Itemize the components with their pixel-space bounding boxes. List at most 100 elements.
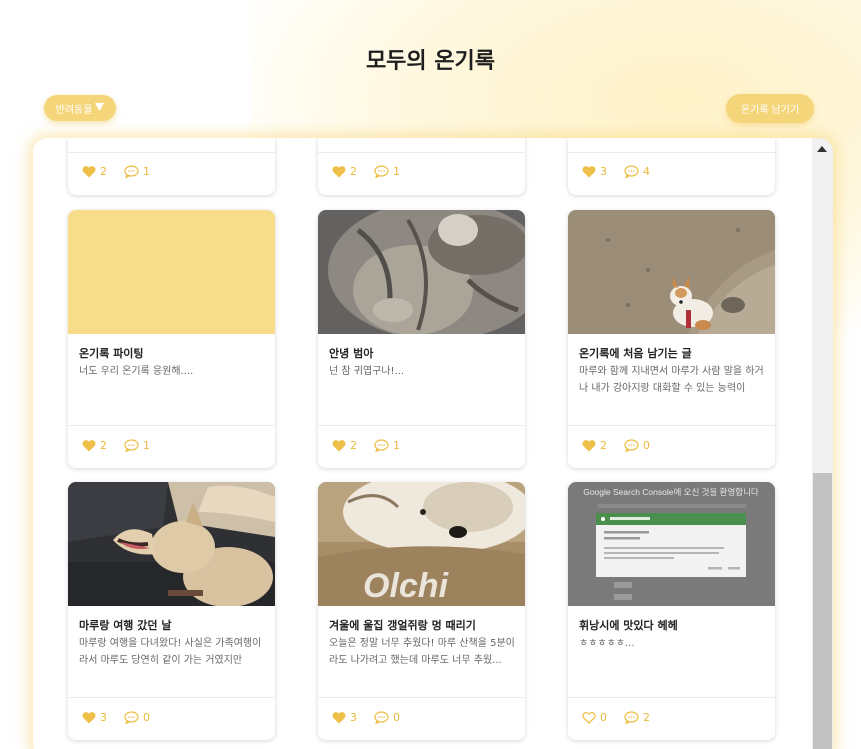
- card-title: 겨울에 울집 갱얼쥐랑 멍 때리기: [329, 619, 476, 632]
- card-stats: 2 0: [582, 439, 650, 452]
- like-count: 2: [350, 439, 357, 452]
- scrollbar-thumb[interactable]: [813, 473, 832, 749]
- card-image-search-console-screenshot: Google Search Console에 오신 것을 환영합니다: [568, 482, 775, 606]
- like-count: 3: [600, 165, 607, 178]
- record-card[interactable]: 마루랑 여행 갔던 날 마루랑 여행을 다녀왔다! 사실은 가족여행이라서 마루…: [68, 482, 275, 740]
- like-stat[interactable]: 3: [582, 165, 607, 178]
- heart-filled-icon: [332, 711, 346, 724]
- card-stats: 3 0: [82, 711, 150, 724]
- record-card[interactable]: Olchi 겨울에 울집 갱얼쥐랑 멍 때리기 오늘은 정말 너무 추웠다! 마…: [318, 482, 525, 740]
- record-card[interactable]: 2 1: [68, 138, 275, 195]
- comment-bubble-icon: [374, 439, 389, 452]
- like-count: 3: [100, 711, 107, 724]
- records-panel: 2 1 2 1 3 4 온기록 파이팅 너도 우리 온기록 응원해.... 2 …: [33, 138, 833, 749]
- card-title: 온기록에 처음 남기는 글: [579, 347, 692, 360]
- heart-outline-icon: [582, 711, 596, 724]
- comment-bubble-icon: [374, 165, 389, 178]
- category-filter-button[interactable]: 반려동물: [44, 95, 116, 121]
- card-excerpt: 오늘은 정말 너무 추웠다! 마루 산책을 5분이라도 나가려고 했는데 마루도…: [329, 638, 515, 666]
- card-stats: 3 4: [582, 165, 650, 178]
- comment-bubble-icon: [124, 439, 139, 452]
- comment-stat[interactable]: 4: [624, 165, 650, 178]
- card-divider: [318, 152, 525, 153]
- heart-filled-icon: [582, 439, 596, 452]
- comment-stat[interactable]: 1: [124, 439, 150, 452]
- write-record-button[interactable]: 온기록 남기기: [726, 94, 814, 123]
- comment-count: 4: [643, 165, 650, 178]
- heart-filled-icon: [82, 711, 96, 724]
- card-title: 마루랑 여행 갔던 날: [79, 619, 172, 632]
- record-card[interactable]: 온기록에 처음 남기는 글 마루와 함께 지내면서 마루가 사람 말을 하거나 …: [568, 210, 775, 468]
- like-stat[interactable]: 0: [582, 711, 607, 724]
- comment-count: 1: [143, 165, 150, 178]
- like-count: 0: [600, 711, 607, 724]
- like-stat[interactable]: 2: [582, 439, 607, 452]
- card-excerpt: ㅎㅎㅎㅎㅎ...: [579, 638, 635, 649]
- like-count: 2: [100, 165, 107, 178]
- record-card[interactable]: Google Search Console에 오신 것을 환영합니다 휘낭시에 …: [568, 482, 775, 740]
- record-card[interactable]: 3 4: [568, 138, 775, 195]
- card-excerpt: 너도 우리 온기록 응원해....: [79, 366, 194, 377]
- card-excerpt: 마루랑 여행을 다녀왔다! 사실은 가족여행이라서 마루도 당연히 같이 가는 …: [79, 638, 262, 666]
- like-stat[interactable]: 2: [332, 165, 357, 178]
- card-stats: 0 2: [582, 711, 650, 724]
- comment-count: 2: [643, 711, 650, 724]
- comment-stat[interactable]: 0: [374, 711, 400, 724]
- card-image-yellow-placeholder: [68, 210, 275, 334]
- like-stat[interactable]: 3: [332, 711, 357, 724]
- comment-bubble-icon: [624, 439, 639, 452]
- card-divider: [568, 152, 775, 153]
- card-stats: 2 1: [82, 165, 150, 178]
- heart-filled-icon: [332, 165, 346, 178]
- heart-filled-icon: [582, 165, 596, 178]
- like-count: 2: [350, 165, 357, 178]
- card-title: 온기록 파이팅: [79, 347, 144, 360]
- card-divider: [68, 425, 275, 426]
- card-divider: [318, 425, 525, 426]
- card-stats: 2 1: [82, 439, 150, 452]
- comment-bubble-icon: [124, 711, 139, 724]
- comment-bubble-icon: [374, 711, 389, 724]
- comment-stat[interactable]: 1: [124, 165, 150, 178]
- comment-stat[interactable]: 1: [374, 439, 400, 452]
- card-divider: [318, 697, 525, 698]
- scroll-up-arrow-icon[interactable]: [817, 146, 827, 152]
- heart-filled-icon: [332, 439, 346, 452]
- comment-count: 0: [143, 711, 150, 724]
- card-excerpt: 마루와 함께 지내면서 마루가 사람 말을 하거나 내가 강아지랑 대화할 수 …: [579, 366, 764, 394]
- like-stat[interactable]: 2: [82, 165, 107, 178]
- comment-stat[interactable]: 0: [124, 711, 150, 724]
- comment-stat[interactable]: 2: [624, 711, 650, 724]
- like-count: 3: [350, 711, 357, 724]
- vertical-scrollbar[interactable]: [812, 138, 833, 749]
- card-divider: [568, 425, 775, 426]
- comment-stat[interactable]: 0: [624, 439, 650, 452]
- card-image-dog-on-sand-photo: [568, 210, 775, 334]
- record-card[interactable]: 온기록 파이팅 너도 우리 온기록 응원해.... 2 1: [68, 210, 275, 468]
- card-divider: [68, 697, 275, 698]
- filter-label: 반려동물: [55, 104, 93, 116]
- card-divider: [568, 697, 775, 698]
- comment-count: 1: [143, 439, 150, 452]
- comment-count: 1: [393, 439, 400, 452]
- svg-text:Google Search Console에 오신 것을 환: Google Search Console에 오신 것을 환영합니다: [583, 487, 759, 497]
- like-stat[interactable]: 2: [82, 439, 107, 452]
- card-title: 휘낭시에 맛있다 헤헤: [579, 619, 678, 632]
- heart-filled-icon: [82, 439, 96, 452]
- card-title: 안녕 범아: [329, 347, 374, 360]
- like-count: 2: [600, 439, 607, 452]
- like-stat[interactable]: 2: [332, 439, 357, 452]
- heart-filled-icon: [82, 165, 96, 178]
- card-stats: 2 1: [332, 439, 400, 452]
- record-card[interactable]: 안녕 범아 넌 참 귀엽구나!... 2 1: [318, 210, 525, 468]
- card-excerpt: 넌 참 귀엽구나!...: [329, 366, 405, 377]
- comment-stat[interactable]: 1: [374, 165, 400, 178]
- comment-bubble-icon: [624, 711, 639, 724]
- like-count: 2: [100, 439, 107, 452]
- card-image-dog-cushion-photo: Olchi: [318, 482, 525, 606]
- record-card[interactable]: 2 1: [318, 138, 525, 195]
- dropdown-triangle-icon: [95, 102, 105, 114]
- card-stats: 2 1: [332, 165, 400, 178]
- card-image-dog-in-car-photo: [68, 482, 275, 606]
- like-stat[interactable]: 3: [82, 711, 107, 724]
